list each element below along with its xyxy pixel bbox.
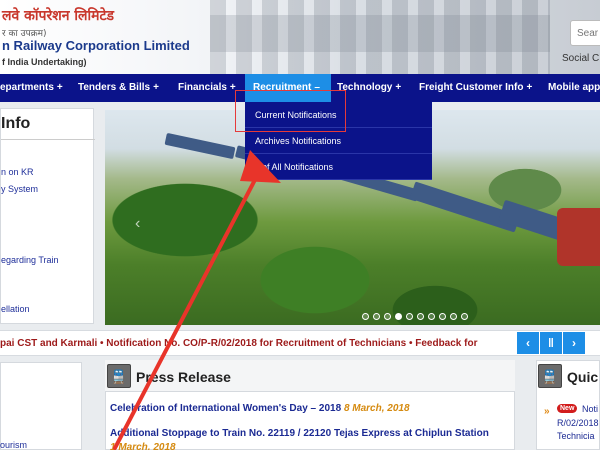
news-ticker: pai CST and Karmali • Notification No. C…	[0, 330, 600, 356]
info-link-1[interactable]: n on KR	[1, 167, 34, 177]
quick-link-text[interactable]: Technicia	[557, 431, 595, 441]
press-item-text: Celebration of International Women's Day…	[110, 403, 342, 414]
chevron-left-icon[interactable]: ‹	[135, 215, 140, 233]
nav-departments[interactable]: epartments +	[0, 74, 63, 102]
nav-tenders-bills[interactable]: Tenders & Bills +	[78, 74, 159, 102]
social-media-link[interactable]: Social C	[562, 53, 599, 64]
train-icon: 🚆	[538, 364, 562, 388]
plus-icon: +	[395, 82, 402, 93]
press-item-date-line: 1 March, 2018	[110, 442, 176, 450]
hindi-site-title: लवे कॉपरेशन लिमिटेड	[2, 8, 115, 24]
banner-dot[interactable]	[373, 313, 380, 320]
info-link-4[interactable]: ellation	[1, 304, 30, 314]
nav-mobile-app-label: Mobile app	[548, 82, 600, 93]
train-icon: 🚆	[107, 364, 131, 388]
info-panel-title: Info	[1, 115, 31, 132]
info-link-2[interactable]: y System	[1, 184, 38, 194]
header-train-graphic	[210, 0, 550, 74]
quick-links-title: Quic	[567, 369, 599, 385]
press-item-date: 1 March, 2018	[110, 442, 176, 450]
info-panel: Info n on KR y System egarding Train ell…	[0, 108, 95, 324]
new-badge: New	[557, 404, 578, 413]
info-link-3[interactable]: egarding Train	[1, 255, 59, 265]
dropdown-item-all-notifications[interactable]: s of All Notifications	[245, 154, 432, 180]
plus-icon: +	[526, 82, 533, 93]
search-input[interactable]: Sear	[570, 20, 600, 46]
banner-dot[interactable]	[384, 313, 391, 320]
ticker-pause-button[interactable]: ‖	[540, 332, 562, 354]
banner-locomotive	[557, 208, 600, 266]
plus-icon: +	[56, 82, 63, 93]
press-item[interactable]: Additional Stoppage to Train No. 22119 /…	[110, 428, 489, 439]
divider	[1, 139, 95, 140]
press-release-title: Press Release	[136, 369, 231, 385]
banner-dot[interactable]	[395, 313, 402, 320]
banner-dot[interactable]	[406, 313, 413, 320]
press-item-text: Additional Stoppage to Train No. 22119 /…	[110, 428, 489, 439]
nav-technology[interactable]: Technology +	[337, 74, 401, 102]
nav-mobile-app[interactable]: Mobile app	[548, 74, 600, 102]
ticker-text[interactable]: pai CST and Karmali • Notification No. C…	[0, 338, 477, 349]
banner-dot[interactable]	[439, 313, 446, 320]
press-item-date: 8 March, 2018	[343, 403, 410, 414]
banner-dot[interactable]	[450, 313, 457, 320]
banner-dot[interactable]	[362, 313, 369, 320]
nav-freight-customer-info-label: Freight Customer Info	[419, 82, 524, 93]
ticker-next-button[interactable]: ›	[563, 332, 585, 354]
press-item[interactable]: Celebration of International Women's Day…	[110, 403, 410, 414]
plus-icon: +	[153, 82, 159, 93]
site-header: लवे कॉपरेशन लिमिटेड र का उपक्रम) n Railw…	[0, 0, 600, 74]
nav-departments-label: epartments	[0, 82, 54, 93]
nav-freight-customer-info[interactable]: Freight Customer Info +	[419, 74, 532, 102]
nav-financials[interactable]: Financials +	[178, 74, 236, 102]
banner-dot[interactable]	[417, 313, 424, 320]
banner-dot[interactable]	[428, 313, 435, 320]
nav-tenders-bills-label: Tenders & Bills	[78, 82, 151, 93]
site-subtitle: f India Undertaking)	[2, 57, 87, 67]
nav-financials-label: Financials	[178, 82, 227, 93]
ticker-prev-button[interactable]: ‹	[517, 332, 539, 354]
banner-dot[interactable]	[461, 313, 468, 320]
tourism-link[interactable]: ourism	[0, 440, 27, 450]
double-chevron-right-icon: »	[544, 406, 550, 417]
quick-link-text[interactable]: R/02/2018	[557, 418, 599, 428]
quick-link-text[interactable]: Noti	[582, 404, 598, 414]
annotation-highlight-box	[235, 90, 346, 132]
left-bottom-panel	[0, 362, 82, 450]
site-title[interactable]: n Railway Corporation Limited	[2, 38, 190, 53]
